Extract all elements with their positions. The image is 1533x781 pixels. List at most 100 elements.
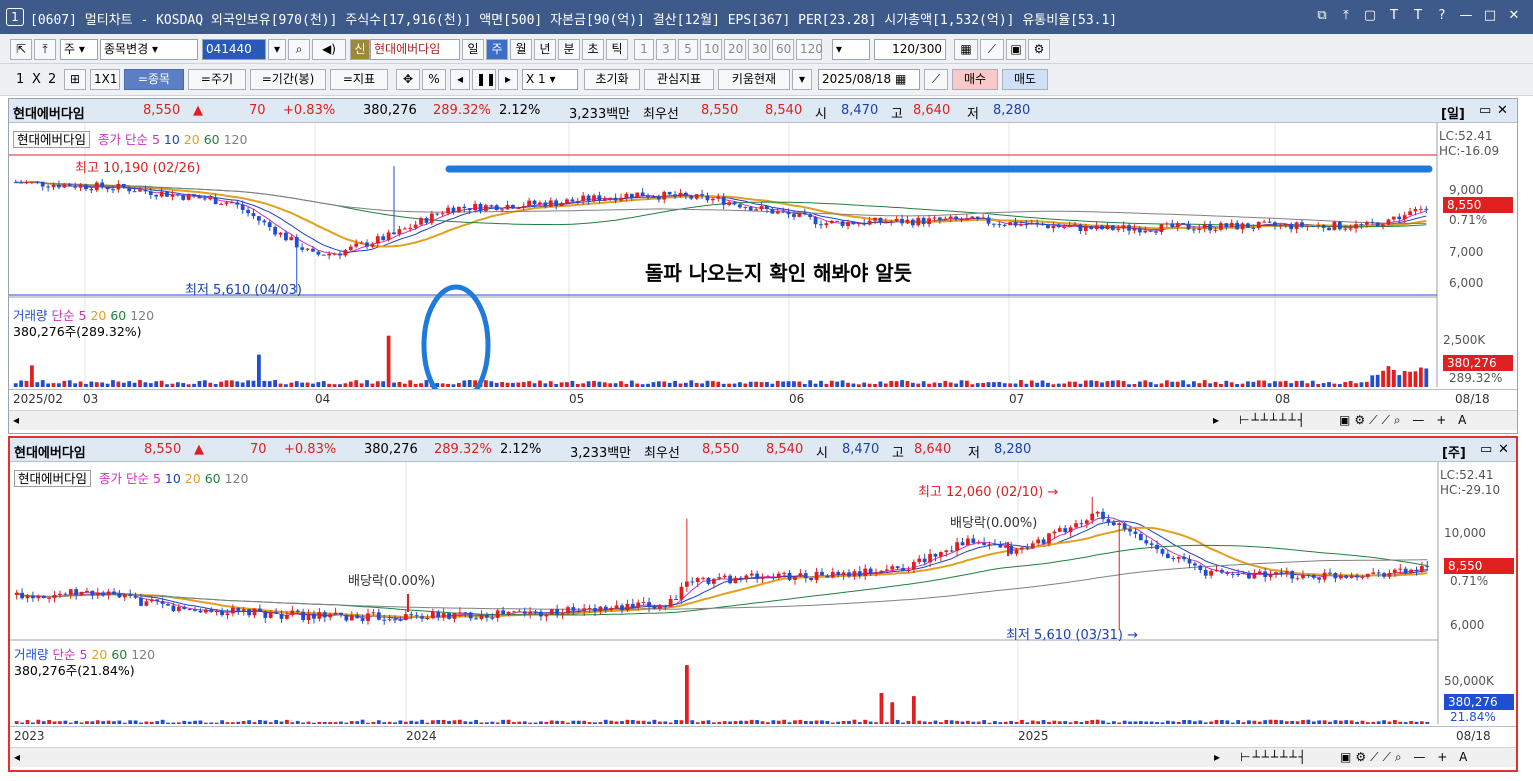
chart-panel-weekly[interactable]: 현대에버다임 8,550 ▲ 70 +0.83% 380,276 289.32%…: [8, 436, 1518, 772]
layout-x[interactable]: X: [32, 72, 41, 87]
legend-stock-name[interactable]: 현대에버다임: [14, 470, 92, 487]
period-button[interactable]: 일: [462, 39, 484, 60]
legend-stock-name[interactable]: 현대에버다임: [13, 131, 91, 148]
interval-button[interactable]: 10: [700, 39, 722, 60]
interval-button[interactable]: 120: [796, 39, 823, 60]
period-button[interactable]: 틱: [606, 39, 628, 60]
pause-icon[interactable]: ❚❚: [472, 69, 496, 90]
restore-icon[interactable]: ▭: [1479, 103, 1491, 118]
zoom-slider[interactable]: ⊢┴┴┴┴┴┤: [1240, 750, 1308, 764]
chart-tools-icon[interactable]: ⟋: [980, 39, 1004, 60]
scroll-left-icon[interactable]: ◂: [14, 750, 20, 764]
daily-chart-canvas[interactable]: [9, 123, 1517, 389]
period-tag[interactable]: [일]: [1441, 103, 1465, 122]
volume-bar: [321, 381, 326, 387]
maximize-icon[interactable]: □: [1481, 8, 1499, 23]
volume-bar: [197, 381, 202, 387]
volume-bar: [701, 720, 705, 724]
minimize-icon[interactable]: —: [1457, 8, 1475, 23]
save-icon[interactable]: ▣: [1006, 39, 1026, 60]
open-label: 시: [816, 446, 828, 461]
grid-layout-icon[interactable]: ⊞: [64, 69, 86, 90]
tab-range[interactable]: =기간(봉): [250, 69, 326, 90]
chart-panel-daily[interactable]: 현대에버다임 8,550 ▲ 70 +0.83% 380,276 289.32%…: [8, 98, 1518, 434]
candle-body: [284, 232, 288, 241]
interval-button[interactable]: 3: [656, 39, 676, 60]
close-icon[interactable]: ✕: [1498, 442, 1509, 457]
count-field[interactable]: 120/300: [874, 39, 946, 60]
count-dropdown[interactable]: ▾: [832, 39, 870, 60]
code-input[interactable]: 041440: [202, 39, 266, 60]
grid-tools-icon[interactable]: ▦: [954, 39, 978, 60]
volume-bar: [619, 381, 623, 387]
interval-button[interactable]: 30: [748, 39, 770, 60]
volume-bar: [79, 722, 84, 724]
weekly-chart-canvas[interactable]: [10, 462, 1516, 726]
restore-icon[interactable]: ⧉: [1313, 8, 1331, 23]
zoom-slider[interactable]: ⊢┴┴┴┴┴┤: [1239, 413, 1307, 427]
text-icon[interactable]: T: [1409, 8, 1427, 23]
pin-icon[interactable]: ⤒: [1337, 8, 1355, 23]
move-icon[interactable]: ✥: [396, 69, 420, 90]
tab-period[interactable]: =주기: [188, 69, 246, 90]
link-icon[interactable]: ⇱: [10, 39, 32, 60]
multiplier-select[interactable]: X 1 ▾: [522, 69, 578, 90]
chart-type-icon[interactable]: ⟋: [924, 69, 948, 90]
date-input[interactable]: 2025/08/18 ▦: [818, 69, 920, 90]
watch-indicator-button[interactable]: 관심지표: [644, 69, 714, 90]
restore-icon[interactable]: ▭: [1480, 442, 1492, 457]
pin-icon[interactable]: ⤒: [34, 39, 56, 60]
interval-button[interactable]: 60: [772, 39, 794, 60]
stock-name-field[interactable]: 현대에버다임: [370, 39, 460, 60]
scrollbar-daily[interactable]: ◂ ▸ ⊢┴┴┴┴┴┤ ▣⚙⟋⟋⌕ — + A: [9, 410, 1517, 430]
period-button[interactable]: 월: [510, 39, 532, 60]
close-icon[interactable]: ✕: [1497, 103, 1508, 118]
scroll-left-icon[interactable]: ◂: [13, 413, 19, 427]
candle-body: [490, 617, 495, 619]
current-dropdown-icon[interactable]: ▾: [792, 69, 812, 90]
percent-button[interactable]: %: [422, 69, 446, 90]
window-number[interactable]: 1: [6, 8, 24, 26]
sound-icon[interactable]: ◀): [312, 39, 346, 60]
reset-button[interactable]: 초기화: [584, 69, 640, 90]
layout-2[interactable]: 2: [48, 72, 56, 87]
chart-tools-icons[interactable]: ▣⚙⟋⟋⌕ — + A: [1339, 413, 1470, 428]
layout-1x1-button[interactable]: 1X1: [90, 69, 120, 90]
scrollbar-weekly[interactable]: ◂ ▸ ⊢┴┴┴┴┴┤ ▣⚙⟋⟋⌕ — + A: [10, 747, 1516, 767]
prev-icon[interactable]: ◂: [450, 69, 470, 90]
copy-icon[interactable]: ▢: [1361, 8, 1379, 23]
period-button[interactable]: 주: [486, 39, 508, 60]
candle-body: [652, 606, 657, 609]
scroll-right-icon[interactable]: ▸: [1213, 413, 1219, 427]
interval-button[interactable]: 5: [678, 39, 698, 60]
period-button[interactable]: 년: [534, 39, 556, 60]
buy-button[interactable]: 매수: [952, 69, 998, 90]
period-tag[interactable]: [주]: [1442, 442, 1466, 461]
volume-bar: [874, 722, 878, 724]
pushpin-icon[interactable]: 𝖳: [1385, 8, 1403, 23]
period-button[interactable]: 초: [582, 39, 604, 60]
period-button[interactable]: 분: [558, 39, 580, 60]
code-dropdown-icon[interactable]: ▾: [268, 39, 286, 60]
type-select[interactable]: 주 ▾: [60, 39, 98, 60]
close-icon[interactable]: ✕: [1505, 8, 1523, 23]
candle-body: [1175, 223, 1180, 228]
volume-bar: [624, 383, 629, 387]
next-icon[interactable]: ▸: [498, 69, 518, 90]
candle-body: [425, 618, 430, 620]
search-icon[interactable]: ⌕: [288, 39, 310, 60]
volume-bar: [571, 720, 576, 724]
gear-icon[interactable]: ⚙: [1028, 39, 1050, 60]
sell-button[interactable]: 매도: [1002, 69, 1048, 90]
chart-tools-icons[interactable]: ▣⚙⟋⟋⌕ — + A: [1340, 750, 1471, 765]
layout-1[interactable]: 1: [16, 72, 24, 87]
change-select[interactable]: 종목변경 ▾: [100, 39, 198, 60]
interval-button[interactable]: 20: [724, 39, 746, 60]
tab-stock[interactable]: =종목: [124, 69, 184, 90]
help-icon[interactable]: ?: [1433, 8, 1451, 23]
interval-button[interactable]: 1: [634, 39, 654, 60]
kiwoom-current-button[interactable]: 키움현재: [718, 69, 790, 90]
candle-body: [89, 189, 94, 191]
scroll-right-icon[interactable]: ▸: [1214, 750, 1220, 764]
tab-indicator[interactable]: =지표: [330, 69, 388, 90]
